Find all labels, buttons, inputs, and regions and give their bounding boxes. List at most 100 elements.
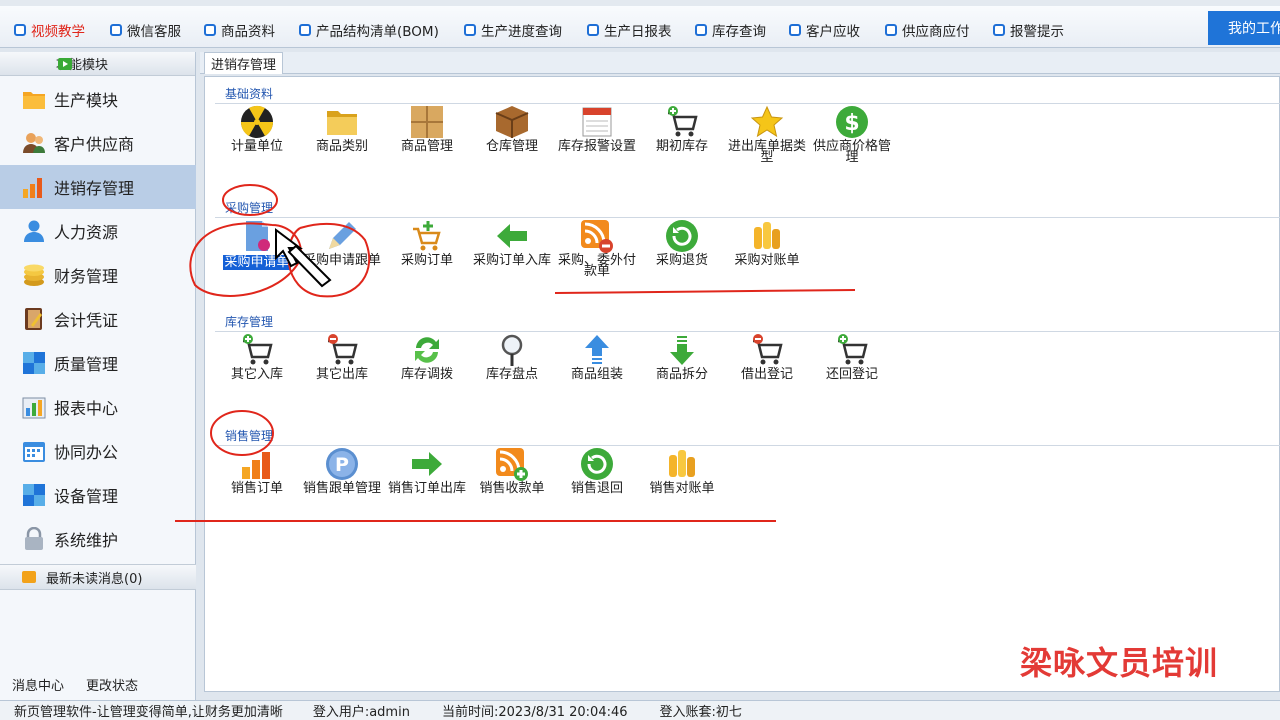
- tab-bar: 进销存管理: [200, 52, 1280, 74]
- app-label: 采购退货: [655, 253, 708, 268]
- app-sales-tracking[interactable]: P 销售跟单管理: [300, 445, 384, 525]
- app-purchase-request-track[interactable]: 采购申请跟单: [300, 217, 384, 297]
- refresh-icon: [666, 220, 698, 252]
- app-sales-order-out[interactable]: 销售订单出库: [385, 445, 469, 525]
- calendar-alarm-icon: [582, 107, 612, 137]
- sidebar: 功能模块 生产模块 客户供应商 进销存管理 人力资源 财务管理 会计凭证 质量管…: [0, 52, 196, 700]
- bar-chart-icon: [242, 452, 270, 479]
- app-sales-receipt[interactable]: 销售收款单: [470, 445, 554, 525]
- notebook-icon: [25, 308, 42, 330]
- section-title: 采购管理: [215, 199, 1280, 218]
- message-center-link[interactable]: 消息中心: [12, 675, 64, 694]
- section-basic-data: 基础资料 计量单位 商品类别 商品管理 仓库管理 库存报警设置 期初库存 进出库…: [215, 85, 1280, 164]
- checkbox-icon: [789, 24, 801, 36]
- app-label: 期初库存: [655, 139, 708, 154]
- toolbar-wechat-service[interactable]: 微信客服: [110, 20, 181, 40]
- app-lend-register[interactable]: 借出登记: [725, 331, 809, 411]
- app-sales-return[interactable]: 销售退回: [555, 445, 639, 525]
- checkbox-icon: [299, 24, 311, 36]
- checkbox-icon: [14, 24, 26, 36]
- app-return-register[interactable]: 还回登记: [810, 331, 894, 411]
- checkbox-icon: [695, 24, 707, 36]
- app-purchase-return[interactable]: 采购退货: [640, 217, 724, 297]
- app-other-out[interactable]: 其它出库: [300, 331, 384, 411]
- section-purchase: 采购管理 采购申请单 采购申请跟单 采购订单 采购订单入库 采购、委外付款单 采…: [215, 199, 1280, 278]
- app-label: 商品拆分: [655, 367, 708, 382]
- bar-chart-icon: [23, 178, 42, 198]
- sidebar-item-customer-supplier[interactable]: 客户供应商: [0, 121, 196, 165]
- status-time: 当前时间:2023/8/31 20:04:46: [441, 705, 628, 720]
- sidebar-item-production[interactable]: 生产模块: [0, 77, 196, 121]
- radiation-icon: [240, 105, 274, 138]
- app-supplier-price[interactable]: $ 供应商价格管理: [810, 103, 894, 183]
- app-other-in[interactable]: 其它入库: [215, 331, 299, 411]
- app-purchase-statement[interactable]: 采购对账单: [725, 217, 809, 297]
- app-product[interactable]: 商品管理: [385, 103, 469, 183]
- sidebar-item-vouchers[interactable]: 会计凭证: [0, 297, 196, 341]
- sidebar-item-office[interactable]: 协同办公: [0, 429, 196, 473]
- sidebar-item-quality[interactable]: 质量管理: [0, 341, 196, 385]
- tab-inventory[interactable]: 进销存管理: [204, 52, 284, 74]
- tiles-icon: [23, 352, 45, 374]
- app-label: 进出库单据类型: [727, 139, 806, 165]
- app-opening-stock[interactable]: 期初库存: [640, 103, 724, 183]
- toolbar-video-tutorial[interactable]: 视频教学: [14, 20, 85, 40]
- toolbar-bom[interactable]: 产品结构清单(BOM): [299, 20, 439, 40]
- sidebar-item-inventory[interactable]: 进销存管理: [0, 165, 196, 209]
- app-label: 仓库管理: [485, 139, 538, 154]
- app-stock-transfer[interactable]: 库存调拨: [385, 331, 469, 411]
- app-label: 销售订单: [230, 481, 283, 496]
- toolbar-production-daily[interactable]: 生产日报表: [587, 20, 672, 40]
- cart-add-icon: [413, 221, 441, 251]
- sync-icon: [415, 337, 439, 363]
- app-purchase-order-in[interactable]: 采购订单入库: [470, 217, 554, 297]
- toolbar-product-info[interactable]: 商品资料: [204, 20, 275, 40]
- app-warehouse[interactable]: 仓库管理: [470, 103, 554, 183]
- sidebar-header[interactable]: 功能模块: [0, 52, 195, 76]
- refresh-icon: [581, 448, 613, 480]
- change-status-link[interactable]: 更改状态: [86, 675, 138, 694]
- sidebar-item-finance[interactable]: 财务管理: [0, 253, 196, 297]
- app-unit[interactable]: 计量单位: [215, 103, 299, 183]
- cart-remove-icon: [328, 334, 358, 365]
- toolbar-alarm-tips[interactable]: 报警提示: [993, 20, 1064, 40]
- sidebar-item-equipment[interactable]: 设备管理: [0, 473, 196, 517]
- app-stock-alarm[interactable]: 库存报警设置: [555, 103, 639, 183]
- app-label: 商品组装: [570, 367, 623, 382]
- star-icon: [750, 105, 784, 138]
- app-category[interactable]: 商品类别: [300, 103, 384, 183]
- app-sales-order[interactable]: 销售订单: [215, 445, 299, 525]
- section-title: 库存管理: [215, 313, 1280, 332]
- status-bar: 新页管理软件-让管理变得简单,让财务更加清晰 登入用户:admin 当前时间:2…: [0, 700, 1280, 720]
- app-product-assemble[interactable]: 商品组装: [555, 331, 639, 411]
- app-label: 其它出库: [315, 367, 368, 382]
- app-product-split[interactable]: 商品拆分: [640, 331, 724, 411]
- app-label: 销售退回: [570, 481, 623, 496]
- app-label: 采购订单: [400, 253, 453, 268]
- app-label: 销售对账单: [649, 481, 715, 496]
- cart-remove-icon: [753, 334, 783, 365]
- app-label: 计量单位: [230, 139, 283, 154]
- sidebar-item-hr[interactable]: 人力资源: [0, 209, 196, 253]
- toolbar-production-progress[interactable]: 生产进度查询: [464, 20, 562, 40]
- toolbar-inventory-query[interactable]: 库存查询: [695, 20, 766, 40]
- dollar-icon: $: [836, 106, 868, 138]
- toolbar-customer-receivable[interactable]: 客户应收: [789, 20, 860, 40]
- unread-messages-header[interactable]: 最新未读消息(0): [0, 564, 196, 590]
- app-label: 销售订单出库: [387, 481, 466, 496]
- app-label: 采购、委外付款单: [557, 253, 636, 279]
- sidebar-item-system[interactable]: 系统维护: [0, 517, 196, 561]
- arrow-up-icon: [585, 335, 609, 364]
- app-label: 采购对账单: [734, 253, 800, 268]
- app-purchase-request[interactable]: 采购申请单: [215, 217, 299, 297]
- app-doc-type[interactable]: 进出库单据类型: [725, 103, 809, 183]
- sidebar-item-reports[interactable]: 报表中心: [0, 385, 196, 429]
- app-purchase-payment[interactable]: 采购、委外付款单: [555, 217, 639, 297]
- app-purchase-order[interactable]: 采购订单: [385, 217, 469, 297]
- coins-icon: [754, 222, 780, 249]
- app-stock-count[interactable]: 库存盘点: [470, 331, 554, 411]
- toolbar-supplier-payable[interactable]: 供应商应付: [885, 20, 970, 40]
- app-sales-statement[interactable]: 销售对账单: [640, 445, 724, 525]
- my-work-button[interactable]: 我的工作: [1208, 11, 1280, 45]
- lock-icon: [25, 527, 43, 550]
